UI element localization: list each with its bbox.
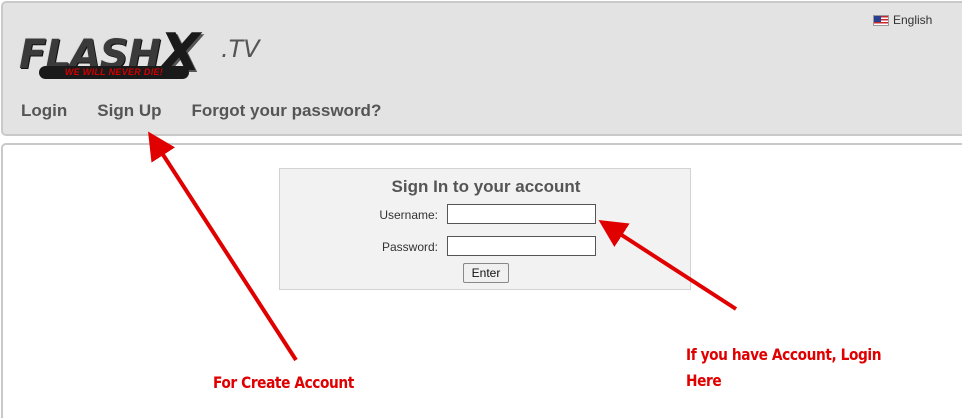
- login-title: Sign In to your account: [391, 177, 581, 196]
- language-label: English: [893, 13, 933, 27]
- password-input[interactable]: [447, 236, 596, 256]
- logo-tv: .TV: [221, 35, 260, 63]
- username-label: Username:: [379, 208, 438, 222]
- nav-login-link[interactable]: Login: [21, 101, 67, 121]
- language-selector[interactable]: English: [873, 13, 932, 27]
- header: English FLASHX .TV WE WILL NEVER DIE! Lo…: [1, 1, 962, 136]
- page: English FLASHX .TV WE WILL NEVER DIE! Lo…: [0, 0, 962, 418]
- nav-signup-link[interactable]: Sign Up: [97, 101, 161, 121]
- password-label: Password:: [381, 240, 438, 254]
- enter-button[interactable]: Enter: [463, 263, 509, 283]
- nav-forgot-password-link[interactable]: Forgot your password?: [191, 101, 381, 121]
- main-nav: Login Sign Up Forgot your password?: [21, 101, 411, 121]
- login-box: Sign In to your account Username: Passwo…: [279, 168, 691, 290]
- us-flag-icon: [873, 14, 889, 26]
- password-row: Password:: [280, 236, 692, 258]
- site-logo[interactable]: FLASHX .TV WE WILL NEVER DIE!: [15, 19, 285, 85]
- username-input[interactable]: [447, 204, 596, 224]
- username-row: Username:: [280, 204, 692, 226]
- login-here-note: If you have Account, Login Here: [686, 345, 882, 390]
- logo-tagline: WE WILL NEVER DIE!: [39, 66, 189, 79]
- create-account-note: For Create Account: [213, 373, 354, 392]
